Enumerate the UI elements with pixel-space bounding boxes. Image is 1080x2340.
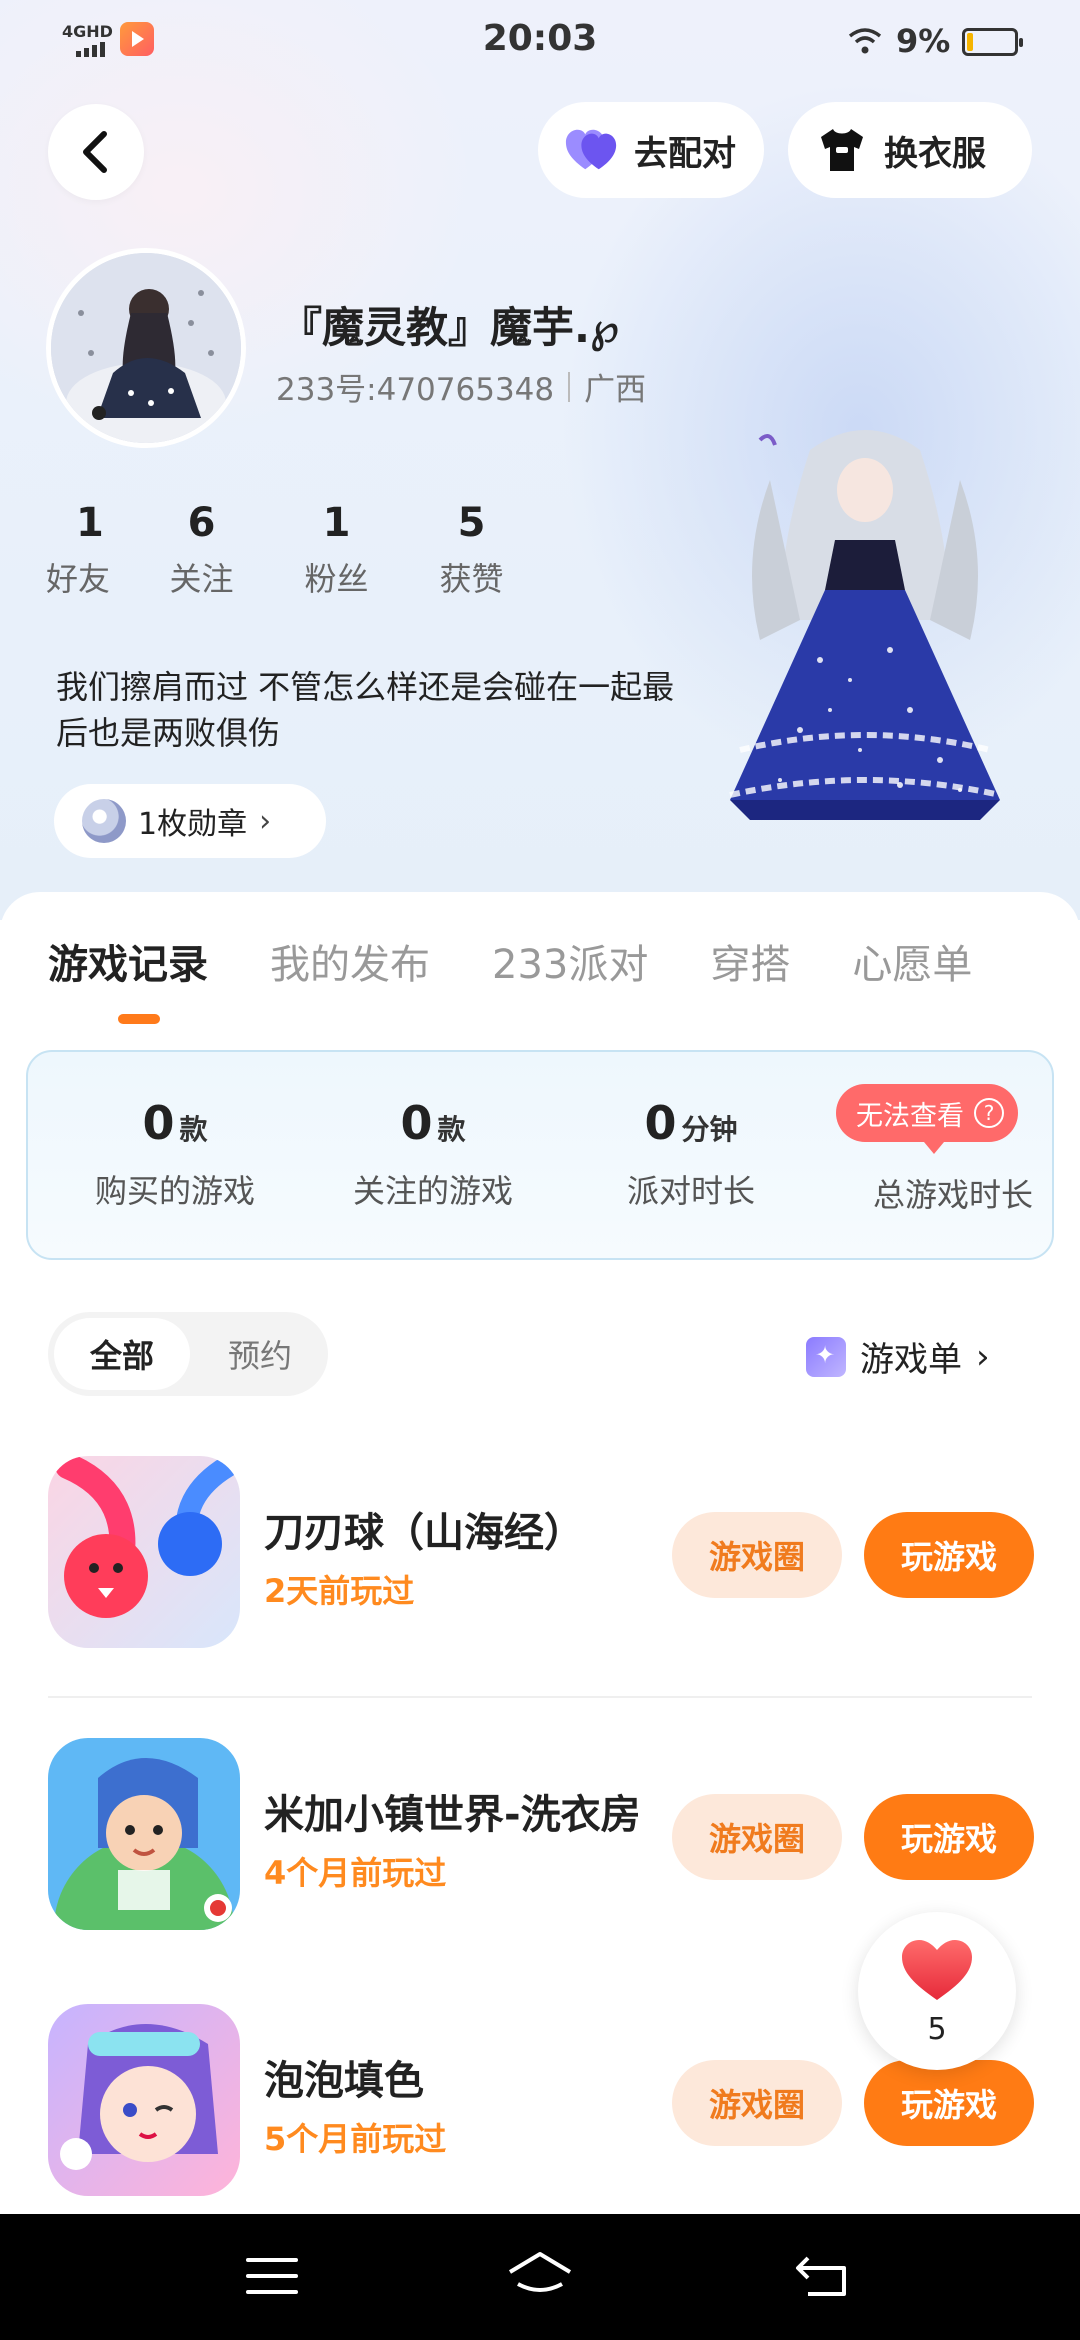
avatar[interactable] bbox=[46, 248, 246, 448]
battery-percent: 9% bbox=[896, 22, 951, 60]
wifi-icon bbox=[848, 28, 882, 54]
game-icon-blade-ball bbox=[48, 1456, 240, 1648]
chevron-right-icon: › bbox=[976, 1336, 990, 1377]
game-summary-card: 0 款 购买的游戏 0 款 关注的游戏 0 分钟 派对时长 无法查看 ? 总游戏… bbox=[26, 1050, 1054, 1260]
game-circle-button[interactable]: 游戏圈 bbox=[672, 1794, 842, 1880]
bio: 我们擦肩而过 不管怎么样还是会碰在一起最后也是两败俱伤 bbox=[56, 668, 675, 752]
game-name: 泡泡填色 bbox=[264, 2058, 424, 2104]
tab-outfits[interactable]: 穿搭 bbox=[710, 932, 790, 990]
region: 广西 bbox=[584, 372, 647, 408]
summary-total-time[interactable]: 总游戏时长 bbox=[828, 1170, 1078, 1216]
stat-followers[interactable]: 1 粉丝 bbox=[269, 500, 404, 600]
tab-game-records[interactable]: 游戏记录 bbox=[48, 932, 208, 990]
game-name: 刀刃球（山海经） bbox=[264, 1510, 584, 1556]
summary-followed[interactable]: 0 款 关注的游戏 bbox=[308, 1096, 558, 1212]
stat-following[interactable]: 6 关注 bbox=[134, 500, 269, 600]
back-button[interactable] bbox=[48, 104, 144, 200]
stat-likes[interactable]: 5 获赞 bbox=[404, 500, 539, 600]
hearts-icon bbox=[564, 122, 620, 178]
summary-party-time[interactable]: 0 分钟 派对时长 bbox=[566, 1096, 816, 1212]
menu-icon[interactable] bbox=[246, 2256, 298, 2296]
sparkle-icon bbox=[806, 1336, 846, 1377]
profile-hero: 4GHD 20:03 9% 去配对 换衣服 『魔灵教』魔芋.℘ 233号:470… bbox=[0, 0, 1080, 920]
cannot-view-badge[interactable]: 无法查看 ? bbox=[836, 1084, 1018, 1154]
avatar-character-figure[interactable] bbox=[700, 420, 1030, 840]
stat-friends[interactable]: 1 好友 bbox=[46, 500, 134, 600]
game-name: 米加小镇世界-洗衣房 bbox=[264, 1792, 641, 1838]
last-played: 4个月前玩过 bbox=[264, 1854, 447, 1892]
like-button[interactable]: 5 bbox=[858, 1912, 1016, 2070]
like-count: 5 bbox=[927, 2012, 947, 2047]
battery-icon bbox=[962, 28, 1023, 56]
medal-icon bbox=[82, 799, 126, 843]
home-icon[interactable] bbox=[506, 2250, 574, 2300]
last-played: 2天前玩过 bbox=[264, 1572, 415, 1610]
tab-233-party[interactable]: 233派对 bbox=[492, 932, 648, 990]
profile-stats: 1 好友 6 关注 1 粉丝 5 获赞 bbox=[46, 500, 539, 600]
match-button[interactable]: 去配对 bbox=[538, 102, 764, 198]
filter-segmented-control: 全部 预约 bbox=[48, 1312, 328, 1396]
username: 『魔灵教』魔芋.℘ bbox=[280, 303, 620, 352]
change-outfit-button[interactable]: 换衣服 bbox=[788, 102, 1032, 198]
badges-button[interactable]: 1枚勋章 › bbox=[54, 784, 326, 858]
gamelist-link[interactable]: 游戏单 › bbox=[806, 1332, 990, 1381]
divider bbox=[48, 1696, 1032, 1698]
game-row[interactable]: 米加小镇世界-洗衣房 4个月前玩过 游戏圈 玩游戏 bbox=[48, 1738, 1040, 1934]
user-id: 233号:470765348 bbox=[276, 372, 555, 408]
filter-reserve[interactable]: 预约 bbox=[198, 1318, 322, 1390]
tab-wishlist[interactable]: 心愿单 bbox=[852, 932, 972, 990]
game-icon-bubble-coloring bbox=[48, 2004, 240, 2196]
game-icon-miga-town bbox=[48, 1738, 240, 1930]
summary-purchased[interactable]: 0 款 购买的游戏 bbox=[50, 1096, 300, 1212]
chevron-left-icon bbox=[83, 131, 107, 173]
play-game-button[interactable]: 玩游戏 bbox=[864, 1512, 1034, 1598]
system-nav-bar bbox=[0, 2214, 1080, 2340]
tab-my-posts[interactable]: 我的发布 bbox=[270, 932, 430, 990]
game-row[interactable]: 刀刃球（山海经） 2天前玩过 游戏圈 玩游戏 bbox=[48, 1456, 1040, 1652]
user-id-row: 233号:470765348 广西 bbox=[276, 364, 646, 409]
back-nav-icon[interactable] bbox=[794, 2254, 850, 2298]
question-icon: ? bbox=[974, 1098, 1004, 1128]
play-game-button[interactable]: 玩游戏 bbox=[864, 1794, 1034, 1880]
status-bar: 4GHD 20:03 9% bbox=[0, 0, 1080, 80]
profile-tabs: 游戏记录 我的发布 233派对 穿搭 心愿单 bbox=[48, 932, 1034, 990]
filter-all[interactable]: 全部 bbox=[54, 1318, 190, 1390]
game-circle-button[interactable]: 游戏圈 bbox=[672, 1512, 842, 1598]
play-game-button[interactable]: 玩游戏 bbox=[864, 2060, 1034, 2146]
game-circle-button[interactable]: 游戏圈 bbox=[672, 2060, 842, 2146]
last-played: 5个月前玩过 bbox=[264, 2120, 447, 2158]
heart-icon bbox=[902, 1940, 972, 2000]
chevron-right-icon: › bbox=[259, 803, 272, 839]
active-tab-indicator bbox=[118, 1014, 160, 1024]
tshirt-icon bbox=[814, 122, 870, 178]
